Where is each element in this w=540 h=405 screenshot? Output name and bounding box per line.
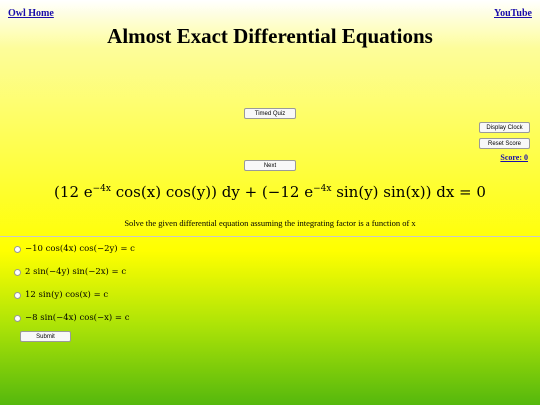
divider (0, 236, 540, 237)
differential-equation: (12 e−4x cos(x) cos(y)) dy + (−12 e−4x s… (0, 183, 540, 201)
answer-option-3[interactable]: 12 sin(y) cos(x) = c (14, 290, 108, 300)
reset-score-button[interactable]: Reset Score (479, 138, 530, 149)
page-title: Almost Exact Differential Equations (107, 24, 433, 48)
equation-exponent-2: −4x (313, 184, 332, 194)
option-label: 12 sin(y) cos(x) = c (25, 290, 109, 300)
radio-button[interactable] (14, 245, 21, 253)
instructions-text: Solve the given differential equation as… (124, 218, 416, 228)
equation-part-3: sin(y) sin(x)) dx = 0 (331, 183, 486, 201)
equation-part-2: cos(x) cos(y)) dy + (−12 e (110, 183, 314, 201)
radio-button[interactable] (14, 314, 21, 322)
score-display: Score: 0 (500, 153, 528, 162)
timed-quiz-button[interactable]: Timed Quiz (244, 108, 296, 119)
owl-home-link[interactable]: Owl Home (8, 8, 54, 19)
option-label: 2 sin(−4y) sin(−2x) = c (25, 267, 127, 277)
answer-option-2[interactable]: 2 sin(−4y) sin(−2x) = c (14, 267, 126, 277)
submit-button[interactable]: Submit (20, 331, 71, 342)
option-label: −8 sin(−4x) cos(−x) = c (25, 313, 130, 323)
option-label: −10 cos(4x) cos(−2y) = c (25, 244, 135, 254)
radio-button[interactable] (14, 291, 21, 299)
youtube-link[interactable]: YouTube (494, 8, 532, 19)
equation-exponent-1: −4x (92, 184, 111, 194)
equation-part-1: (12 e (54, 183, 93, 201)
next-button[interactable]: Next (244, 160, 296, 171)
radio-button[interactable] (14, 268, 21, 276)
answer-option-4[interactable]: −8 sin(−4x) cos(−x) = c (14, 313, 130, 323)
answer-option-1[interactable]: −10 cos(4x) cos(−2y) = c (14, 244, 135, 254)
display-clock-button[interactable]: Display Clock (479, 122, 530, 133)
